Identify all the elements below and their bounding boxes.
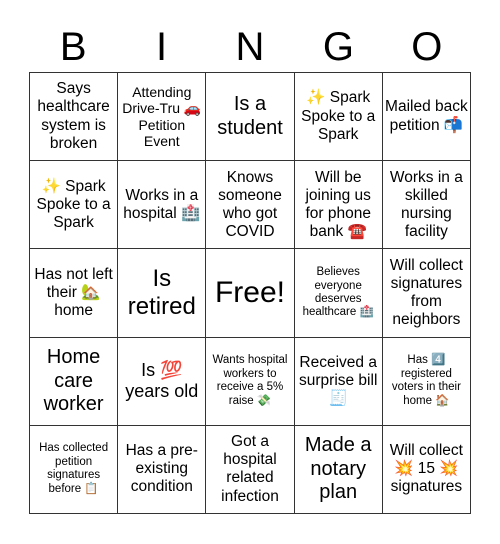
bingo-cell[interactable]: Received a surprise bill 🧾	[294, 337, 383, 426]
cell-text: Is 💯 years old	[125, 360, 199, 402]
bingo-cell[interactable]: Has a pre-existing condition	[118, 425, 207, 514]
cell-text: Received a surprise bill 🧾	[299, 354, 378, 408]
cell-text: Will be joining us for phone bank ☎️	[305, 168, 371, 240]
bingo-cell[interactable]: Knows someone who got COVID	[206, 161, 295, 250]
cell-text: ✨ Spark Spoke to a Spark	[36, 177, 111, 231]
bingo-cell[interactable]: Will collect signatures from neighbors	[382, 249, 471, 338]
cell-text: Is a student	[217, 93, 283, 139]
bingo-cell[interactable]: Works in a hospital 🏥	[118, 161, 207, 250]
cell-text: Has not left their 🏡 home	[34, 265, 113, 320]
bingo-cell[interactable]: Will collect 💥 15 💥 signatures	[382, 425, 471, 514]
bingo-cell[interactable]: Believes everyone deserves healthcare 🏥	[294, 249, 383, 338]
cell-text: Will collect 💥 15 💥 signatures	[389, 442, 463, 496]
bingo-cell[interactable]: Wants hospital workers to receive a 5% r…	[206, 337, 295, 426]
bingo-cell[interactable]: Is 💯 years old	[118, 337, 207, 426]
cell-text: Mailed back petition 📬	[385, 98, 468, 134]
cell-text: Believes everyone deserves healthcare 🏥	[302, 266, 374, 319]
header-letter-b: B	[59, 25, 87, 69]
bingo-cell[interactable]: Attending Drive-Tru 🚗 Petition Event	[118, 73, 207, 162]
cell-text: Works in a skilled nursing facility	[389, 168, 463, 240]
bingo-board: Says healthcare system is broken Attendi…	[29, 72, 471, 514]
cell-text: Is retired	[127, 264, 196, 320]
bingo-cell[interactable]: Is retired	[118, 249, 207, 338]
cell-text: Has collected petition signatures before…	[39, 442, 109, 495]
cell-text: Free!	[214, 276, 285, 310]
bingo-cell[interactable]: Has not left their 🏡 home	[30, 249, 119, 338]
bingo-cell[interactable]: Works in a skilled nursing facility	[382, 161, 471, 250]
cell-text: Knows someone who got COVID	[218, 168, 282, 240]
header-letter-n: N	[235, 25, 265, 69]
bingo-header: B I N G O	[29, 22, 471, 72]
cell-text: Home care worker	[43, 346, 104, 415]
cell-text: Has 4️⃣ registered voters in their home …	[391, 354, 461, 407]
cell-text: Attending Drive-Tru 🚗 Petition Event	[122, 83, 202, 149]
bingo-cell[interactable]: Made a notary plan	[294, 425, 383, 514]
header-letter-i: I	[156, 25, 168, 69]
cell-text: Made a notary plan	[304, 434, 372, 504]
free-space-cell[interactable]: Free!	[206, 249, 295, 338]
cell-text: Says healthcare system is broken	[37, 80, 110, 152]
bingo-cell[interactable]: ✨ Spark Spoke to a Spark	[294, 73, 383, 162]
cell-text: Got a hospital related infection	[221, 433, 279, 505]
bingo-cell[interactable]: Home care worker	[30, 337, 119, 426]
bingo-cell[interactable]: ✨ Spark Spoke to a Spark	[30, 161, 119, 250]
bingo-cell[interactable]: Says healthcare system is broken	[30, 73, 119, 162]
cell-text: ✨ Spark Spoke to a Spark	[301, 89, 376, 143]
cell-text: Works in a hospital 🏥	[123, 186, 201, 222]
cell-text: Has a pre-existing condition	[125, 442, 198, 496]
header-letter-o: O	[411, 25, 443, 69]
bingo-cell[interactable]: Has collected petition signatures before…	[30, 425, 119, 514]
bingo-cell[interactable]: Mailed back petition 📬	[382, 73, 471, 162]
bingo-cell[interactable]: Will be joining us for phone bank ☎️	[294, 161, 383, 250]
bingo-cell[interactable]: Got a hospital related infection	[206, 425, 295, 514]
cell-text: Will collect signatures from neighbors	[389, 256, 463, 329]
cell-text: Wants hospital workers to receive a 5% r…	[212, 354, 288, 407]
bingo-cell[interactable]: Has 4️⃣ registered voters in their home …	[382, 337, 471, 426]
header-letter-g: G	[322, 25, 354, 69]
bingo-cell[interactable]: Is a student	[206, 73, 295, 162]
